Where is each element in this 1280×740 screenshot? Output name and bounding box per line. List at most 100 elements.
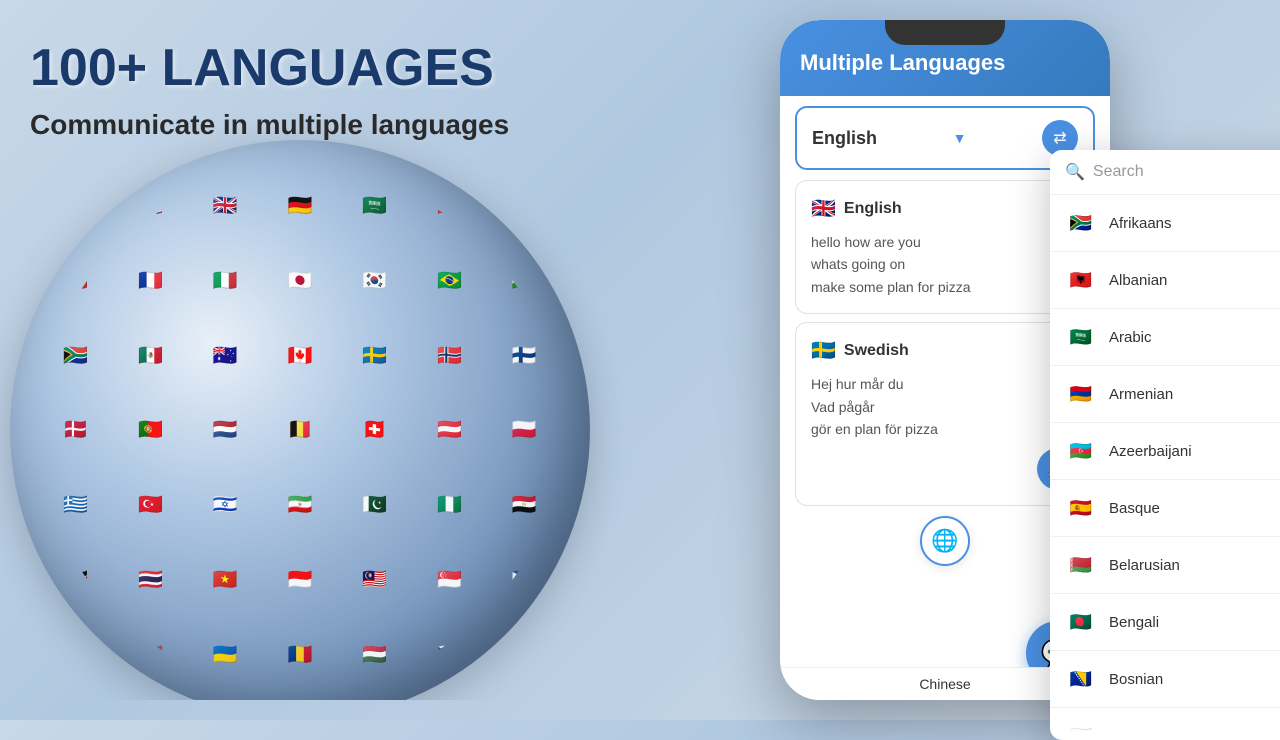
flag-cell: 🇸🇬 <box>414 544 486 616</box>
language-item-name: Belarusian <box>1109 557 1180 574</box>
language-flag-icon: 🇸🇦 <box>1065 321 1097 353</box>
flag-cell: 🇸🇦 <box>339 170 411 242</box>
speaker-area: 🔊 <box>811 448 1079 490</box>
language-item[interactable]: 🇧🇩 Bengali <box>1050 594 1280 651</box>
swedish-lang-label: 🇸🇪 Swedish <box>811 338 1079 363</box>
translate-pair-button[interactable]: 🌐 <box>920 516 970 566</box>
language-flag-icon: 🇦🇱 <box>1065 264 1097 296</box>
flag-cell: 🇯🇵 <box>264 245 336 317</box>
flag-cell: 🇰🇷 <box>339 245 411 317</box>
english-lang-name: English <box>844 200 902 218</box>
flag-cell: 🇪🇬 <box>488 469 560 541</box>
flag-cell: 🇬🇧 <box>189 170 261 242</box>
flag-cell: 🇿🇦 <box>40 319 112 391</box>
language-flag-icon: 🇦🇲 <box>1065 378 1097 410</box>
flag-cell: 🇨🇭 <box>339 394 411 466</box>
language-item-name: Armenian <box>1109 386 1173 403</box>
globe-container: 🇦🇷🇺🇸🇬🇧🇩🇪🇸🇦🇨🇳🇷🇺🇨🇱🇫🇷🇮🇹🇯🇵🇰🇷🇧🇷🇮🇳🇿🇦🇲🇽🇦🇺🇨🇦🇸🇪🇳🇴… <box>0 80 680 700</box>
phone-header-title: Multiple Languages <box>800 50 1090 76</box>
globe: 🇦🇷🇺🇸🇬🇧🇩🇪🇸🇦🇨🇳🇷🇺🇨🇱🇫🇷🇮🇹🇯🇵🇰🇷🇧🇷🇮🇳🇿🇦🇲🇽🇦🇺🇨🇦🇸🇪🇳🇴… <box>10 140 590 700</box>
flag-cell: 🇳🇬 <box>414 469 486 541</box>
swedish-lang-name: Swedish <box>844 342 909 360</box>
language-item[interactable]: 🇧🇬 Bulgarian <box>1050 708 1280 730</box>
language-item-name: Azeerbaijani <box>1109 443 1192 460</box>
language-item[interactable]: 🇧🇦 Bosnian <box>1050 651 1280 708</box>
dropdown-arrow-icon[interactable]: ▼ <box>953 130 967 146</box>
translate-pair-icon: 🌐 <box>931 528 958 554</box>
language-item[interactable]: 🇦🇲 Armenian <box>1050 366 1280 423</box>
english-flag-icon: 🇬🇧 <box>811 196 836 221</box>
flag-cell: 🇷🇴 <box>264 618 336 690</box>
flag-cell: 🇮🇷 <box>264 469 336 541</box>
flag-cell: 🇲🇽 <box>115 319 187 391</box>
language-item-name: Bengali <box>1109 614 1159 631</box>
flag-cell: 🇺🇸 <box>115 170 187 242</box>
flag-cell: 🇧🇪 <box>264 394 336 466</box>
flag-cell: 🇬🇷 <box>40 469 112 541</box>
swedish-text: Hej hur mår duVad pågårgör en plan för p… <box>811 373 1079 440</box>
language-item[interactable]: 🇦🇿 Azeerbaijani <box>1050 423 1280 480</box>
language-dropdown[interactable]: 🔍 Search 🇿🇦 Afrikaans 🇦🇱 Albanian 🇸🇦 Arabic 🇦🇲… <box>1050 150 1280 740</box>
language-item[interactable]: 🇦🇱 Albanian <box>1050 252 1280 309</box>
flag-cell: 🇮🇹 <box>189 245 261 317</box>
phone-notch <box>885 20 1005 45</box>
flag-cell: 🇳🇱 <box>189 394 261 466</box>
flag-cell: 🇿🇦 <box>115 618 187 690</box>
phone-mockup: Multiple Languages English ▼ ⇄ 🇬🇧 Englis… <box>780 20 1260 700</box>
language-item-name: Bosnian <box>1109 671 1163 688</box>
flag-cell: 🇸🇪 <box>339 319 411 391</box>
flag-cell: 🇵🇱 <box>488 394 560 466</box>
flag-cell: 🇫🇷 <box>115 245 187 317</box>
swedish-flag-icon: 🇸🇪 <box>811 338 836 363</box>
flag-cell: 🇨🇱 <box>40 245 112 317</box>
language-item[interactable]: 🇪🇸 Basque <box>1050 480 1280 537</box>
flag-cell: 🇨🇿 <box>414 618 486 690</box>
language-item[interactable]: 🇿🇦 Afrikaans <box>1050 195 1280 252</box>
language-flag-icon: 🇦🇿 <box>1065 435 1097 467</box>
flag-cell: 🇨🇳 <box>414 170 486 242</box>
language-item[interactable]: 🇧🇾 Belarusian <box>1050 537 1280 594</box>
flag-cell: 🇵🇹 <box>115 394 187 466</box>
flag-cell: 🇲🇾 <box>339 544 411 616</box>
flag-cell: 🇭🇺 <box>339 618 411 690</box>
english-lang-label: 🇬🇧 English <box>811 196 1079 221</box>
language-flag-icon: 🇧🇾 <box>1065 549 1097 581</box>
search-box[interactable]: 🔍 Search <box>1050 150 1280 195</box>
flag-cell: 🇫🇮 <box>488 319 560 391</box>
language-item[interactable]: 🇸🇦 Arabic <box>1050 309 1280 366</box>
flag-cell: 🇵🇭 <box>488 544 560 616</box>
search-icon: 🔍 <box>1065 162 1085 182</box>
language-flag-icon: 🇪🇸 <box>1065 492 1097 524</box>
flag-cell: 🇳🇿 <box>40 618 112 690</box>
language-item-name: Bulgarian <box>1109 728 1172 731</box>
flag-cell: 🇰🇪 <box>40 544 112 616</box>
language-flag-icon: 🇧🇦 <box>1065 663 1097 695</box>
flag-cell: 🇻🇳 <box>189 544 261 616</box>
language-flag-icon: 🇧🇬 <box>1065 720 1097 730</box>
swap-icon: ⇄ <box>1053 128 1066 148</box>
language-item-name: Basque <box>1109 500 1160 517</box>
flag-grid: 🇦🇷🇺🇸🇬🇧🇩🇪🇸🇦🇨🇳🇷🇺🇨🇱🇫🇷🇮🇹🇯🇵🇰🇷🇧🇷🇮🇳🇿🇦🇲🇽🇦🇺🇨🇦🇸🇪🇳🇴… <box>40 170 560 690</box>
flag-cell: 🇵🇰 <box>339 469 411 541</box>
flag-cell: 🇦🇺 <box>189 319 261 391</box>
language-flag-icon: 🇿🇦 <box>1065 207 1097 239</box>
language-item-name: Arabic <box>1109 329 1152 346</box>
flag-cell: 🇦🇷 <box>40 170 112 242</box>
flag-cell: 🇺🇦 <box>189 618 261 690</box>
flag-cell: 🇦🇹 <box>414 394 486 466</box>
language-item-name: Afrikaans <box>1109 215 1172 232</box>
flag-cell: 🇷🇺 <box>488 170 560 242</box>
search-input[interactable]: Search <box>1093 163 1280 181</box>
language-flag-icon: 🇧🇩 <box>1065 606 1097 638</box>
flag-cell: 🇹🇭 <box>115 544 187 616</box>
language-item-name: Albanian <box>1109 272 1167 289</box>
english-text: hello how are youwhats going onmake some… <box>811 231 1079 298</box>
flag-cell: 🇮🇱 <box>189 469 261 541</box>
flag-cell: 🇩🇪 <box>264 170 336 242</box>
flag-cell: 🇹🇷 <box>115 469 187 541</box>
flag-cell: 🇳🇴 <box>414 319 486 391</box>
language-list: 🇿🇦Afrikaans🇦🇱Albanian🇸🇦Arabic🇦🇲Armenian🇦… <box>1050 195 1280 730</box>
flag-cell: 🇩🇰 <box>40 394 112 466</box>
flag-cell: 🇨🇦 <box>264 319 336 391</box>
flag-cell: 🇮🇳 <box>488 245 560 317</box>
